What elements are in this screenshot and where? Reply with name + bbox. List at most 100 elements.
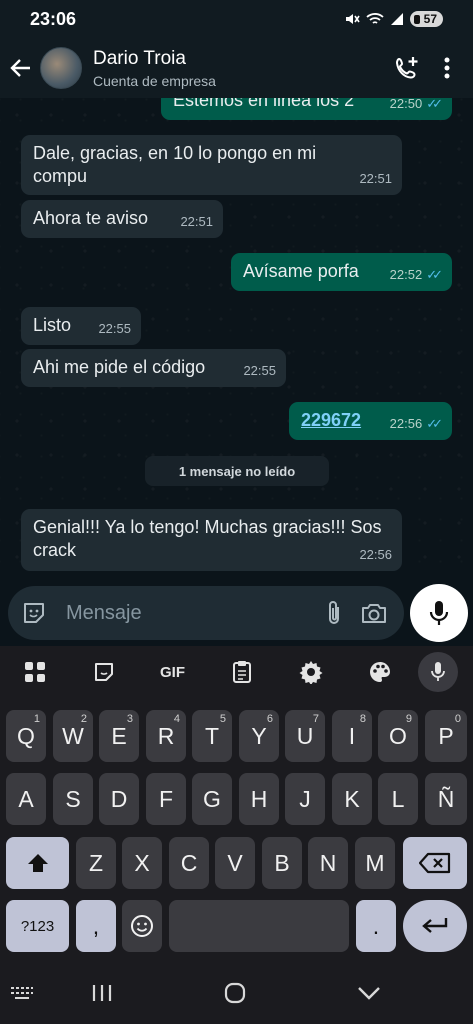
key-n[interactable]: N: [308, 837, 348, 889]
attach-button[interactable]: [314, 586, 354, 640]
key-f[interactable]: F: [146, 773, 186, 825]
key-e[interactable]: E3: [99, 710, 139, 762]
shift-icon: [27, 854, 48, 872]
double-check-icon: ✓✓: [426, 416, 443, 431]
sticker-icon: [24, 603, 44, 623]
key-c[interactable]: C: [169, 837, 209, 889]
gif-button[interactable]: GIF: [138, 646, 207, 698]
message-meta: 22:51: [359, 171, 392, 186]
keyboard-icon: [11, 987, 33, 999]
composer: Mensaje: [0, 580, 473, 646]
message-meta: 22:56: [359, 547, 392, 562]
emoji-key[interactable]: [122, 900, 162, 952]
status-time: 23:06: [30, 8, 77, 29]
key-t[interactable]: T5: [192, 710, 232, 762]
voice-message-button[interactable]: [410, 584, 468, 642]
key-m[interactable]: M: [355, 837, 395, 889]
palette-icon: [369, 662, 390, 682]
unread-banner: 1 mensaje no leído: [145, 456, 329, 486]
navigation-bar: [0, 962, 473, 1024]
microphone-icon: [431, 662, 445, 681]
message-input[interactable]: Mensaje: [8, 586, 404, 640]
sticker-button[interactable]: [14, 586, 54, 640]
add-call-button[interactable]: [387, 38, 427, 98]
key-p[interactable]: P0: [425, 710, 467, 762]
key-u[interactable]: U7: [285, 710, 325, 762]
message-meta: 22:55: [98, 321, 131, 336]
chevron-down-icon: [358, 987, 380, 1000]
voice-typing-button[interactable]: [418, 652, 458, 692]
shift-key[interactable]: [6, 837, 69, 889]
microphone-icon: [429, 601, 449, 625]
key-v[interactable]: V: [215, 837, 255, 889]
key-y[interactable]: Y6: [239, 710, 279, 762]
message-incoming[interactable]: Ahora te aviso 22:51: [21, 200, 223, 238]
key-s[interactable]: S: [53, 773, 93, 825]
key-j[interactable]: J: [285, 773, 325, 825]
back-nav-button[interactable]: [344, 962, 394, 1024]
key-w[interactable]: W2: [53, 710, 93, 762]
chat-area[interactable]: Estemos en linea los 2 22:50 ✓✓ Dale, gra…: [0, 98, 473, 580]
keyboard-switch-button[interactable]: [0, 962, 44, 1024]
recents-icon: [92, 985, 112, 1001]
camera-icon: [362, 604, 386, 623]
period-key[interactable]: .: [356, 900, 396, 952]
key-g[interactable]: G: [192, 773, 232, 825]
more-options-button[interactable]: [427, 38, 467, 98]
message-incoming[interactable]: Genial!!! Ya lo tengo! Muchas gracias!!!…: [21, 509, 402, 571]
verification-code-link[interactable]: 229672: [301, 410, 361, 430]
key-i[interactable]: I8: [332, 710, 372, 762]
message-outgoing[interactable]: Estemos en linea los 2 22:50 ✓✓: [161, 98, 452, 120]
key-l[interactable]: L: [378, 773, 418, 825]
avatar[interactable]: [40, 47, 82, 89]
status-icons: 57: [344, 11, 443, 27]
camera-button[interactable]: [354, 586, 394, 640]
key-n-tilde[interactable]: Ñ: [425, 773, 467, 825]
home-button[interactable]: [210, 962, 260, 1024]
apps-button[interactable]: [0, 646, 69, 698]
comma-key[interactable]: ,: [76, 900, 116, 952]
message-incoming[interactable]: Ahi me pide el código 22:55: [21, 349, 286, 387]
arrow-left-icon: [10, 59, 30, 77]
sticker-keyboard-button[interactable]: [69, 646, 138, 698]
key-b[interactable]: B: [262, 837, 302, 889]
space-key[interactable]: [169, 900, 349, 952]
message-meta: 22:52 ✓✓: [390, 263, 443, 286]
numbers-key[interactable]: ?123: [6, 900, 69, 952]
message-placeholder: Mensaje: [66, 601, 142, 624]
message-outgoing[interactable]: 229672 22:56 ✓✓: [289, 402, 452, 440]
message-outgoing[interactable]: Avísame porfa 22:52 ✓✓: [231, 253, 452, 291]
key-x[interactable]: X: [122, 837, 162, 889]
grid-icon: [24, 662, 45, 682]
message-incoming[interactable]: Listo 22:55: [21, 307, 141, 345]
sticker-icon: [94, 663, 113, 681]
message-meta: 22:50 ✓✓: [390, 98, 443, 115]
settings-button[interactable]: [276, 646, 345, 698]
key-r[interactable]: R4: [146, 710, 186, 762]
key-h[interactable]: H: [239, 773, 279, 825]
clipboard-button[interactable]: [207, 646, 276, 698]
key-q[interactable]: Q1: [6, 710, 46, 762]
wifi-icon: [366, 13, 384, 24]
back-button[interactable]: [2, 38, 40, 98]
recents-button[interactable]: [78, 962, 126, 1024]
paperclip-icon: [329, 601, 339, 624]
message-meta: 22:56 ✓✓: [390, 412, 443, 435]
key-z[interactable]: Z: [76, 837, 116, 889]
message-meta: 22:55: [243, 363, 276, 378]
key-d[interactable]: D: [99, 773, 139, 825]
key-k[interactable]: K: [332, 773, 372, 825]
enter-key[interactable]: [403, 900, 467, 952]
contact-info[interactable]: Dario Troia Cuenta de empresa: [93, 48, 387, 89]
more-vert-icon: [444, 57, 450, 79]
backspace-key[interactable]: [403, 837, 467, 889]
chat-header: Dario Troia Cuenta de empresa: [0, 38, 473, 98]
message-meta: 22:51: [180, 214, 213, 229]
key-a[interactable]: A: [6, 773, 46, 825]
theme-button[interactable]: [345, 646, 414, 698]
double-check-icon: ✓✓: [426, 98, 443, 111]
message-incoming[interactable]: Dale, gracias, en 10 lo pongo en mi comp…: [21, 135, 402, 195]
phone-plus-icon: [395, 57, 418, 79]
key-row-2: A S D F G H J K L Ñ: [0, 773, 473, 825]
key-o[interactable]: O9: [378, 710, 418, 762]
